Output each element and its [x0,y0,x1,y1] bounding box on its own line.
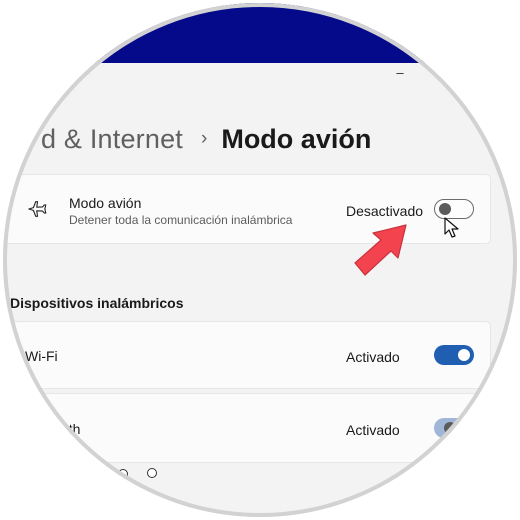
breadcrumb-parent-link[interactable]: d & Internet [41,124,183,155]
annotation-arrow-icon [354,224,407,276]
wifi-card [3,321,491,389]
toggle-knob [439,203,451,215]
wifi-label: Wi-Fi [25,348,58,364]
bluetooth-toggle[interactable] [434,418,474,438]
airplane-icon [28,201,47,217]
mouse-cursor-icon [444,217,459,238]
airplane-mode-title: Modo avión [69,195,142,211]
breadcrumb-separator-icon: › [201,128,208,149]
screenshot-stage: – d & Internet › Modo avión Modo avión D… [0,0,520,520]
wifi-status: Activado [346,349,400,365]
wifi-toggle[interactable] [434,345,474,365]
airplane-toggle[interactable] [434,199,474,219]
bluetooth-status: Activado [346,422,400,438]
breadcrumb: d & Internet › Modo avión [41,119,371,159]
wireless-devices-heading: Dispositivos inalámbricos [10,295,184,311]
pagination-dot[interactable] [118,469,128,479]
magnifier-circle: – d & Internet › Modo avión Modo avión D… [3,3,517,517]
page-title: Modo avión [221,123,372,154]
bluetooth-label: eth [61,421,81,437]
pagination-dot[interactable] [147,468,157,478]
airplane-mode-subtitle: Detener toda la comunicación inalámbrica [69,213,293,227]
minimize-button[interactable]: – [393,66,407,79]
toggle-knob [458,349,470,361]
toggle-knob [444,422,456,434]
airplane-mode-status: Desactivado [346,203,424,219]
window-title-band [3,3,517,63]
